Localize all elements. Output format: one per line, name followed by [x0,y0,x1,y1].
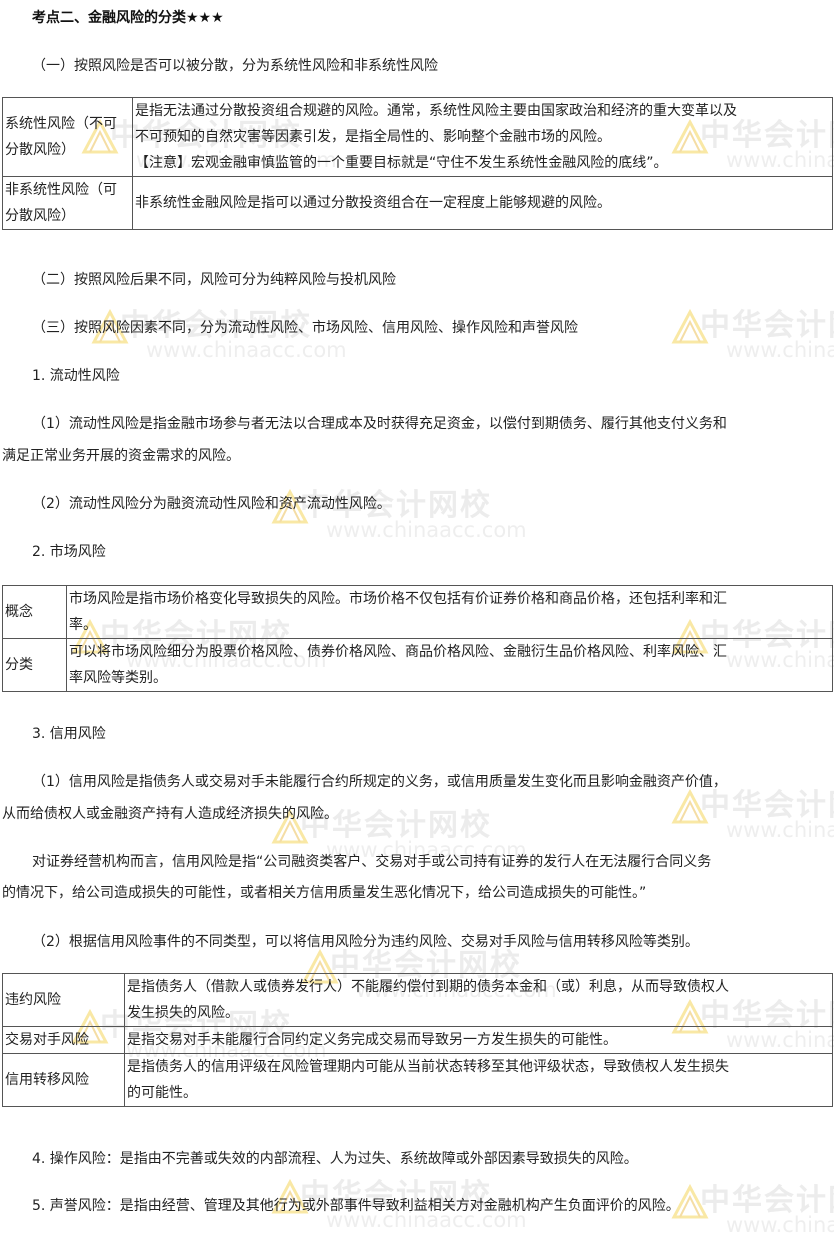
liquidity-paragraph-1a: （1）流动性风险是指金融市场参与者无法以合理成本及时获得充足资金，以偿付到期债务… [32,416,727,432]
market-table-row: 概念 市场风险是指市场价格变化导致损失的风险。市场价格不仅包括有价证券价格和商品价… [2,585,833,639]
credit-table-term: 交易对手风险 [2,1026,125,1054]
credit-table-definition-line: 的可能性。 [127,1085,197,1101]
systemic-table-definition-line: 【注意】宏观金融审慎监管的一个重要目标就是“守住不发生系统性金融风险的底线”。 [135,155,668,171]
credit-paragraph-1a: （1）信用风险是指债务人或交易对手未能履行合约所规定的义务，或信用质量发生变化而… [32,774,727,790]
page-heading: 考点二、金融风险的分类★★★ [32,10,224,26]
market-table-definition-line: 市场风险是指市场价格变化导致损失的风险。市场价格不仅包括有价证券价格和商品价格，… [69,591,727,607]
item-reputational-risk: 5. 声誉风险：是指由经营、管理及其他行为或外部事件导致利益相关方对金融机构产生… [32,1198,680,1214]
systemic-table-row: 非系统性风险（可分散风险） 非系统性金融风险是指可以通过分散投资组合在一定程度上能… [2,176,833,230]
credit-table-definition-line: 是指债务人（借款人或债券发行人）不能履约偿付到期的债务本金和（或）利息，从而导致… [127,979,729,995]
credit-table-definition: 是指债务人（借款人或债券发行人）不能履约偿付到期的债务本金和（或）利息，从而导致… [124,973,833,1027]
section-title-3: （三）按照风险因素不同，分为流动性风险、市场风险、信用风险、操作风险和声誉风险 [32,320,578,336]
item-liquidity-risk: 1. 流动性风险 [32,368,120,384]
market-table-definition-line: 可以将市场风险细分为股票价格风险、债券价格风险、商品价格风险、金融衍生品价格风险… [69,644,727,660]
table-market-risk: 概念 市场风险是指市场价格变化导致损失的风险。市场价格不仅包括有价证券价格和商品价… [2,585,833,692]
liquidity-paragraph-2: （2）流动性风险分为融资流动性风险和资产流动性风险。 [32,496,391,512]
market-table-definition-line: 率。 [69,617,97,633]
market-table-term: 分类 [2,638,67,692]
section-title-2: （二）按照风险后果不同，风险可分为纯粹风险与投机风险 [32,272,396,288]
item-credit-risk: 3. 信用风险 [32,726,106,742]
systemic-table-row: 系统性风险（不可分散风险） 是指无法通过分散投资组合规避的风险。通常，系统性风险主… [2,97,833,177]
market-table-definition: 可以将市场风险细分为股票价格风险、债券价格风险、商品价格风险、金融衍生品价格风险… [66,638,833,692]
credit-table-definition: 是指交易对手未能履行合同约定义务完成交易而导致另一方发生损失的可能性。 [124,1026,833,1054]
section-title-1: （一）按照风险是否可以被分散，分为系统性风险和非系统性风险 [32,58,438,74]
credit-table-row: 交易对手风险 是指交易对手未能履行合同约定义务完成交易而导致另一方发生损失的可能性… [2,1026,833,1054]
liquidity-paragraph-1b: 满足正常业务开展的资金需求的风险。 [2,448,240,464]
credit-paragraph-3: （2）根据信用风险事件的不同类型，可以将信用风险分为违约风险、交易对手风险与信用… [32,934,699,950]
credit-paragraph-1b: 从而给债权人或金融资产持有人造成经济损失的风险。 [2,806,338,822]
systemic-table-term: 系统性风险（不可分散风险） [2,97,133,177]
item-operational-risk: 4. 操作风险：是指由不完善或失效的内部流程、人为过失、系统故障或外部因素导致损… [32,1151,638,1167]
credit-table-term: 违约风险 [2,973,125,1027]
credit-table-row: 违约风险 是指债务人（借款人或债券发行人）不能履约偿付到期的债务本金和（或）利息，… [2,973,833,1027]
table-credit-risk: 违约风险 是指债务人（借款人或债券发行人）不能履约偿付到期的债务本金和（或）利息，… [2,973,833,1107]
systemic-table-term: 非系统性风险（可分散风险） [2,176,133,230]
market-table-definition-line: 率风险等类别。 [69,670,167,686]
credit-paragraph-2a: 对证券经营机构而言，信用风险是指“公司融资类客户、交易对手或公司持有证券的发行人… [32,854,712,870]
market-table-definition: 市场风险是指市场价格变化导致损失的风险。市场价格不仅包括有价证券价格和商品价格，… [66,585,833,639]
credit-table-definition: 是指债务人的信用评级在风险管理期内可能从当前状态转移至其他评级状态，导致债权人发… [124,1053,833,1107]
market-table-row: 分类 可以将市场风险细分为股票价格风险、债券价格风险、商品价格风险、金融衍生品价格… [2,638,833,692]
credit-table-definition-line: 发生损失的风险。 [127,1005,239,1021]
systemic-table-definition: 非系统性金融风险是指可以通过分散投资组合在一定程度上能够规避的风险。 [132,176,833,230]
item-market-risk: 2. 市场风险 [32,544,106,560]
credit-paragraph-2b: 的情况下，给公司造成损失的可能性，或者相关方信用质量发生恶化情况下，给公司造成损… [2,885,647,901]
credit-table-term: 信用转移风险 [2,1053,125,1107]
credit-table-row: 信用转移风险 是指债务人的信用评级在风险管理期内可能从当前状态转移至其他评级状态，… [2,1053,833,1107]
systemic-table-definition-line: 是指无法通过分散投资组合规避的风险。通常，系统性风险主要由国家政治和经济的重大变… [135,103,737,119]
table-systemic-risk: 系统性风险（不可分散风险） 是指无法通过分散投资组合规避的风险。通常，系统性风险主… [2,97,833,230]
systemic-table-definition-line: 不可预知的自然灾害等因素引发，是指全局性的、影响整个金融市场的风险。 [135,129,611,145]
systemic-table-definition-line: 非系统性金融风险是指可以通过分散投资组合在一定程度上能够规避的风险。 [135,195,611,211]
credit-table-definition-line: 是指交易对手未能履行合同约定义务完成交易而导致另一方发生损失的可能性。 [127,1032,617,1048]
credit-table-definition-line: 是指债务人的信用评级在风险管理期内可能从当前状态转移至其他评级状态，导致债权人发… [127,1059,729,1075]
market-table-term: 概念 [2,585,67,639]
systemic-table-definition: 是指无法通过分散投资组合规避的风险。通常，系统性风险主要由国家政治和经济的重大变… [132,97,833,177]
